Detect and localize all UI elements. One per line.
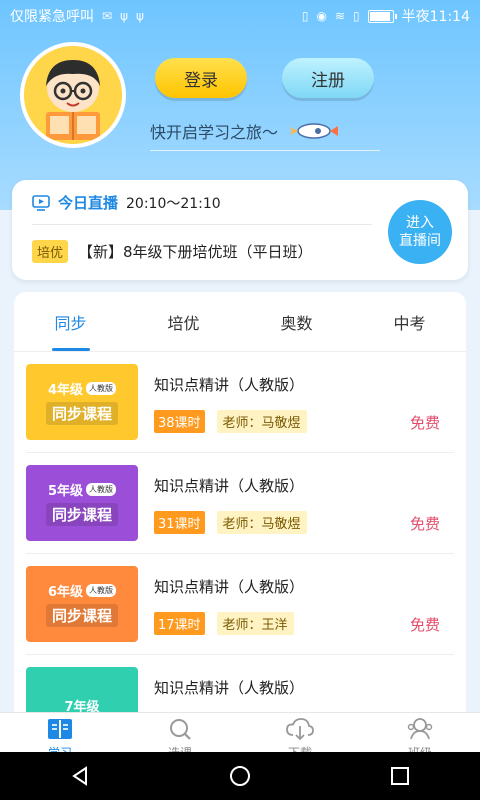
teacher-badge: 老师：马敬煜	[216, 410, 307, 433]
tab-tongbu[interactable]: 同步	[14, 292, 127, 351]
status-bar: 仅限紧急呼叫 ✉ ψ ψ ▯ ◉ ≋ ▯ 半夜11:14	[0, 0, 480, 32]
course-meta: 38课时 老师：马敬煜	[154, 410, 307, 433]
no-sim-icon: ▯	[353, 9, 360, 23]
thumb-grade: 4年级	[47, 383, 84, 398]
course-thumbnail[interactable]: 7年级	[26, 667, 138, 712]
live-course-row[interactable]: 培优 【新】8年级下册培优班（平日班）	[32, 240, 313, 263]
thumb-course-name: 同步课程	[45, 402, 118, 425]
thumb-grade: 5年级	[47, 484, 84, 499]
teacher-badge: 老师：王洋	[216, 612, 294, 635]
course-title[interactable]: 知识点精讲（人教版）	[154, 576, 304, 597]
recent-apps-icon[interactable]	[388, 764, 412, 788]
lesson-count-badge: 31课时	[154, 511, 205, 534]
tab-peiyou[interactable]: 培优	[127, 292, 240, 351]
vibrate-icon: ▯	[301, 9, 309, 23]
course-meta: 31课时 老师：马敬煜	[154, 511, 307, 534]
price-label: 免费	[409, 515, 440, 533]
slogan-text: 快开启学习之旅～	[150, 123, 279, 142]
course-thumbnail[interactable]: 4年级 人教版 同步课程	[26, 364, 138, 440]
list-item[interactable]: 5年级 人教版 同步课程 知识点精讲（人教版） 31课时 老师：马敬煜 免费	[26, 453, 454, 554]
register-button[interactable]: 注册	[282, 58, 374, 98]
category-tabs: 同步 培优 奥数 中考	[14, 292, 466, 352]
tab-aoshu[interactable]: 奥数	[240, 292, 353, 351]
live-course-name[interactable]: 【新】8年级下册培优班（平日班）	[78, 241, 313, 262]
live-card[interactable]: 今日直播 20:10～21:10 培优 【新】8年级下册培优班（平日班） 进入 …	[12, 180, 468, 280]
price-label: 免费	[409, 616, 440, 634]
course-tag: 培优	[32, 240, 69, 263]
student-reading-icon	[24, 46, 122, 144]
course-title[interactable]: 知识点精讲（人教版）	[154, 677, 304, 698]
list-item[interactable]: 4年级 人教版 同步课程 知识点精讲（人教版） 38课时 老师：马敬煜 免费	[26, 352, 454, 453]
list-item[interactable]: 7年级 知识点精讲（人教版）	[26, 655, 454, 712]
teacher-badge: 老师：马敬煜	[216, 511, 307, 534]
course-title[interactable]: 知识点精讲（人教版）	[154, 475, 304, 496]
back-icon[interactable]	[68, 764, 92, 788]
avatar[interactable]	[20, 42, 126, 148]
slogan: 快开启学习之旅～	[150, 118, 380, 151]
eye-icon: ◉	[316, 9, 327, 23]
thumb-edition: 人教版	[86, 483, 117, 496]
search-icon	[170, 718, 191, 740]
live-time: 20:10～21:10	[126, 195, 221, 212]
thumb-course-name: 同步课程	[45, 604, 118, 627]
course-thumbnail[interactable]: 6年级 人教版 同步课程	[26, 566, 138, 642]
price-label: 免费	[409, 414, 440, 432]
enter-live-room-button[interactable]: 进入 直播间	[388, 200, 452, 264]
home-icon[interactable]	[228, 764, 252, 788]
wifi-icon: ≋	[334, 9, 346, 23]
course-panel: 同步 培优 奥数 中考 4年级 人教版 同步课程 知识点精讲（人教版） 38课时…	[14, 292, 466, 712]
battery-icon	[367, 9, 397, 23]
tab-zhongkao[interactable]: 中考	[353, 292, 466, 351]
thumb-grade: 6年级	[47, 585, 84, 600]
clock-text: 半夜11:14	[401, 9, 470, 25]
live-title: 今日直播	[58, 194, 119, 212]
rocket-icon	[290, 123, 339, 139]
thumb-grade: 7年级	[64, 699, 100, 713]
divider	[32, 224, 372, 225]
system-nav-bar	[0, 752, 480, 800]
notification-icon: ✉	[102, 9, 113, 23]
course-title[interactable]: 知识点精讲（人教版）	[154, 374, 304, 395]
course-meta: 17课时 老师：王洋	[154, 612, 294, 635]
usb-icon: ψ	[120, 9, 128, 23]
lesson-count-badge: 38课时	[154, 410, 205, 433]
live-header: 今日直播 20:10～21:10	[32, 192, 221, 213]
thumb-course-name: 同步课程	[45, 503, 118, 526]
book-icon	[48, 718, 72, 739]
thumb-edition: 人教版	[86, 584, 117, 597]
list-item[interactable]: 6年级 人教版 同步课程 知识点精讲（人教版） 17课时 老师：王洋 免费	[26, 554, 454, 655]
cloud-download-icon	[286, 717, 314, 740]
enter-line2: 直播间	[399, 233, 441, 249]
play-screen-icon	[32, 194, 50, 211]
usb-debug-icon: ψ	[135, 9, 144, 23]
class-icon	[407, 717, 433, 739]
thumb-edition: 人教版	[86, 382, 117, 395]
enter-line1: 进入	[406, 215, 434, 231]
course-thumbnail[interactable]: 5年级 人教版 同步课程	[26, 465, 138, 541]
login-button[interactable]: 登录	[155, 58, 247, 98]
lesson-count-badge: 17课时	[154, 612, 205, 635]
course-list: 4年级 人教版 同步课程 知识点精讲（人教版） 38课时 老师：马敬煜 免费 5…	[14, 352, 466, 712]
carrier-text: 仅限紧急呼叫	[10, 9, 94, 25]
